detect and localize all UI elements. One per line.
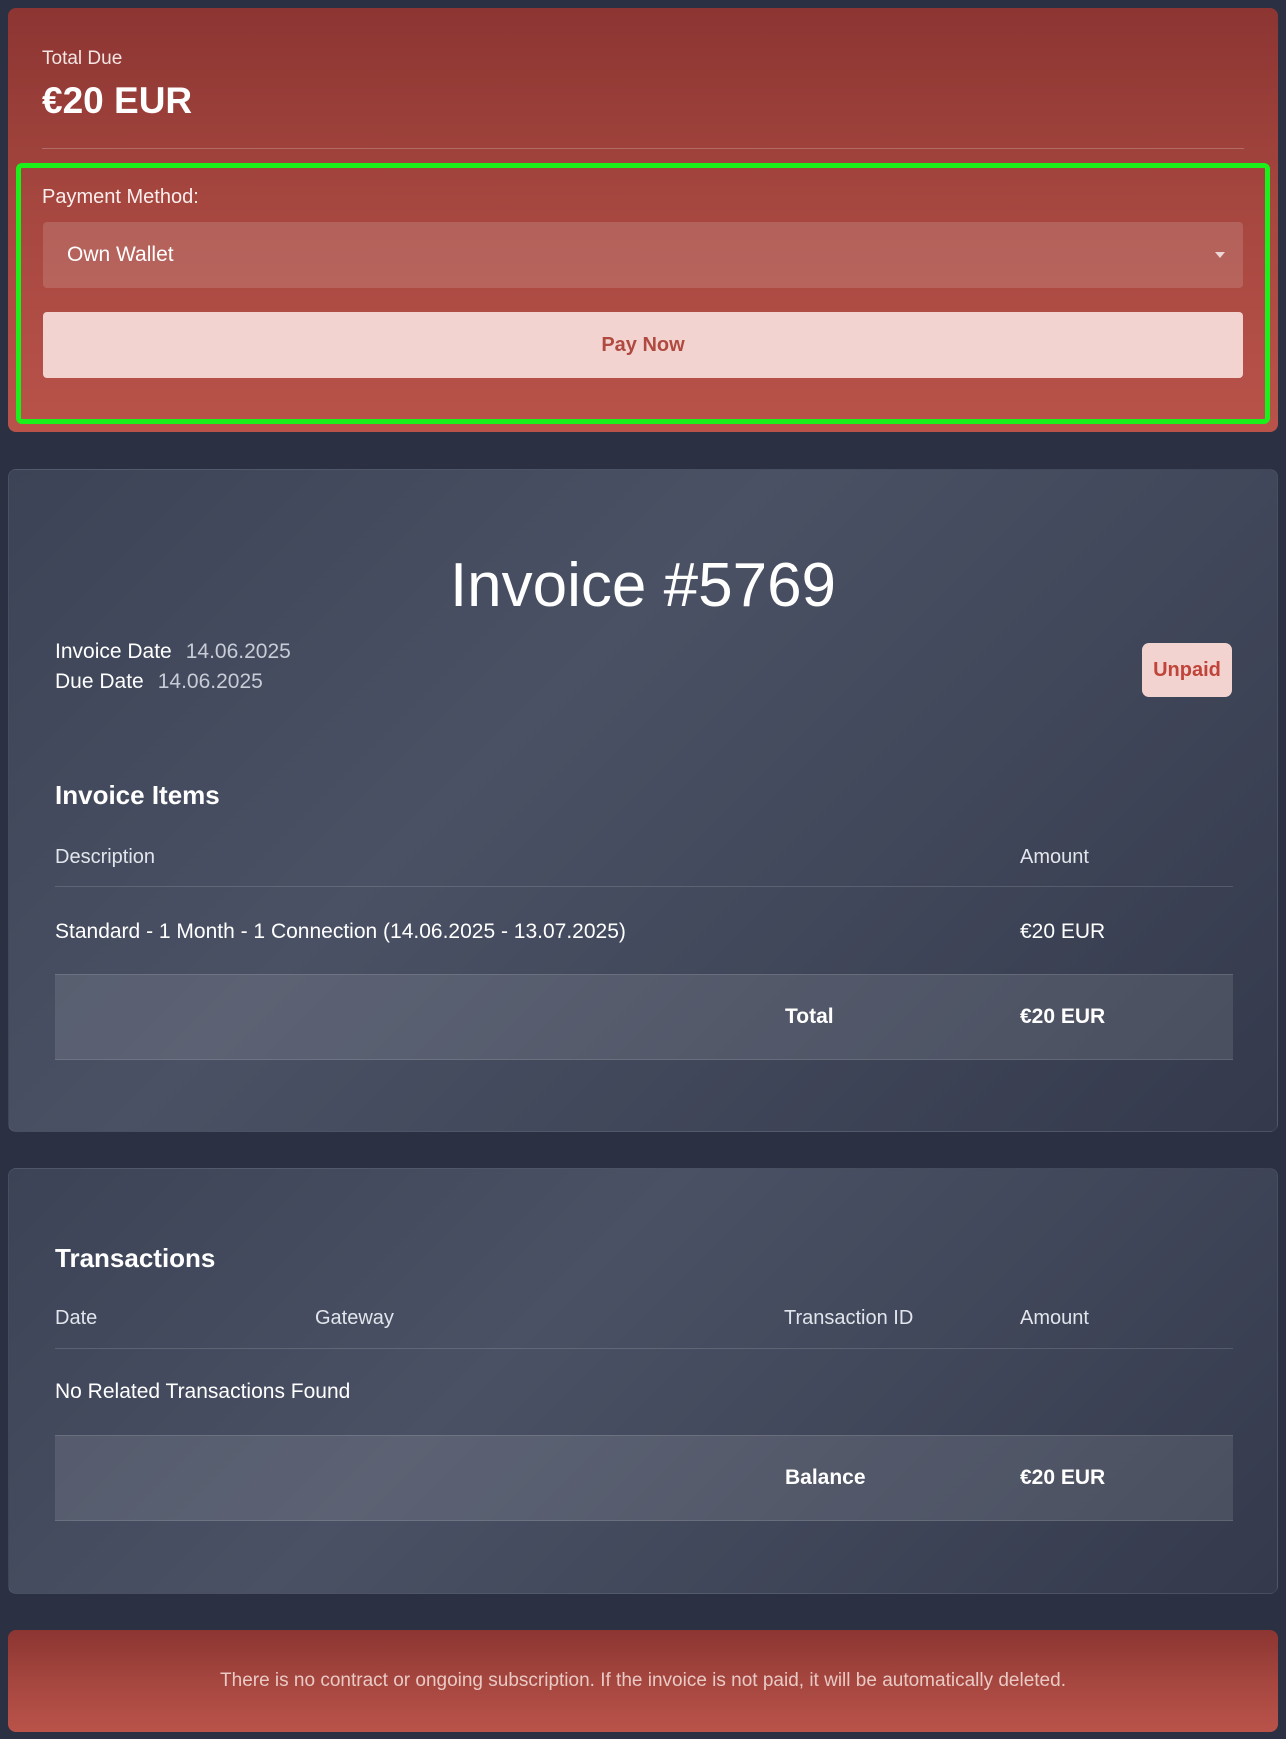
payment-card: Total Due €20 EUR Payment Method: Own Wa…	[8, 8, 1278, 432]
due-date-row: Due Date 14.06.2025	[55, 670, 263, 694]
payment-method-value: Own Wallet	[67, 243, 174, 266]
due-date-value: 14.06.2025	[157, 670, 263, 693]
invoice-date-row: Invoice Date 14.06.2025	[55, 640, 291, 664]
column-header-amount: Amount	[1020, 1307, 1089, 1329]
total-due-label: Total Due	[42, 48, 123, 69]
column-header-amount: Amount	[1020, 846, 1089, 868]
divider	[42, 148, 1244, 149]
total-value: €20 EUR	[1020, 1005, 1106, 1028]
table-header-divider	[55, 886, 1233, 887]
auto-delete-notice: There is no contract or ongoing subscrip…	[8, 1630, 1278, 1732]
column-header-gateway: Gateway	[315, 1307, 394, 1329]
focus-highlight	[16, 163, 1270, 424]
column-header-date: Date	[55, 1307, 98, 1329]
total-row: Total €20 EUR	[55, 974, 1233, 1060]
status-badge: Unpaid	[1142, 643, 1232, 697]
item-description: Standard - 1 Month - 1 Connection (14.06…	[55, 920, 626, 943]
balance-label: Balance	[785, 1466, 866, 1489]
payment-method-select[interactable]: Own Wallet	[43, 222, 1243, 288]
total-due-amount: €20 EUR	[42, 80, 193, 121]
table-header-divider	[55, 1348, 1233, 1349]
chevron-down-icon	[1215, 252, 1225, 258]
due-date-label: Due Date	[55, 670, 144, 693]
invoice-date-label: Invoice Date	[55, 640, 172, 663]
item-amount: €20 EUR	[1020, 920, 1106, 943]
empty-transactions-message: No Related Transactions Found	[55, 1380, 351, 1403]
total-label: Total	[785, 1005, 834, 1028]
invoice-title: Invoice #5769	[449, 551, 837, 620]
column-header-transaction-id: Transaction ID	[784, 1307, 914, 1329]
invoice-card: Invoice #5769 Invoice Date 14.06.2025 Due…	[8, 469, 1278, 1132]
balance-value: €20 EUR	[1020, 1466, 1106, 1489]
invoice-date-value: 14.06.2025	[185, 640, 291, 663]
payment-method-label: Payment Method:	[42, 186, 199, 208]
column-header-description: Description	[55, 846, 156, 868]
balance-row: Balance €20 EUR	[55, 1435, 1233, 1521]
transactions-card: Transactions Date Gateway Transaction ID…	[8, 1168, 1278, 1594]
transactions-title: Transactions	[55, 1243, 216, 1273]
pay-now-button[interactable]: Pay Now	[43, 312, 1243, 378]
invoice-items-title: Invoice Items	[55, 780, 220, 810]
